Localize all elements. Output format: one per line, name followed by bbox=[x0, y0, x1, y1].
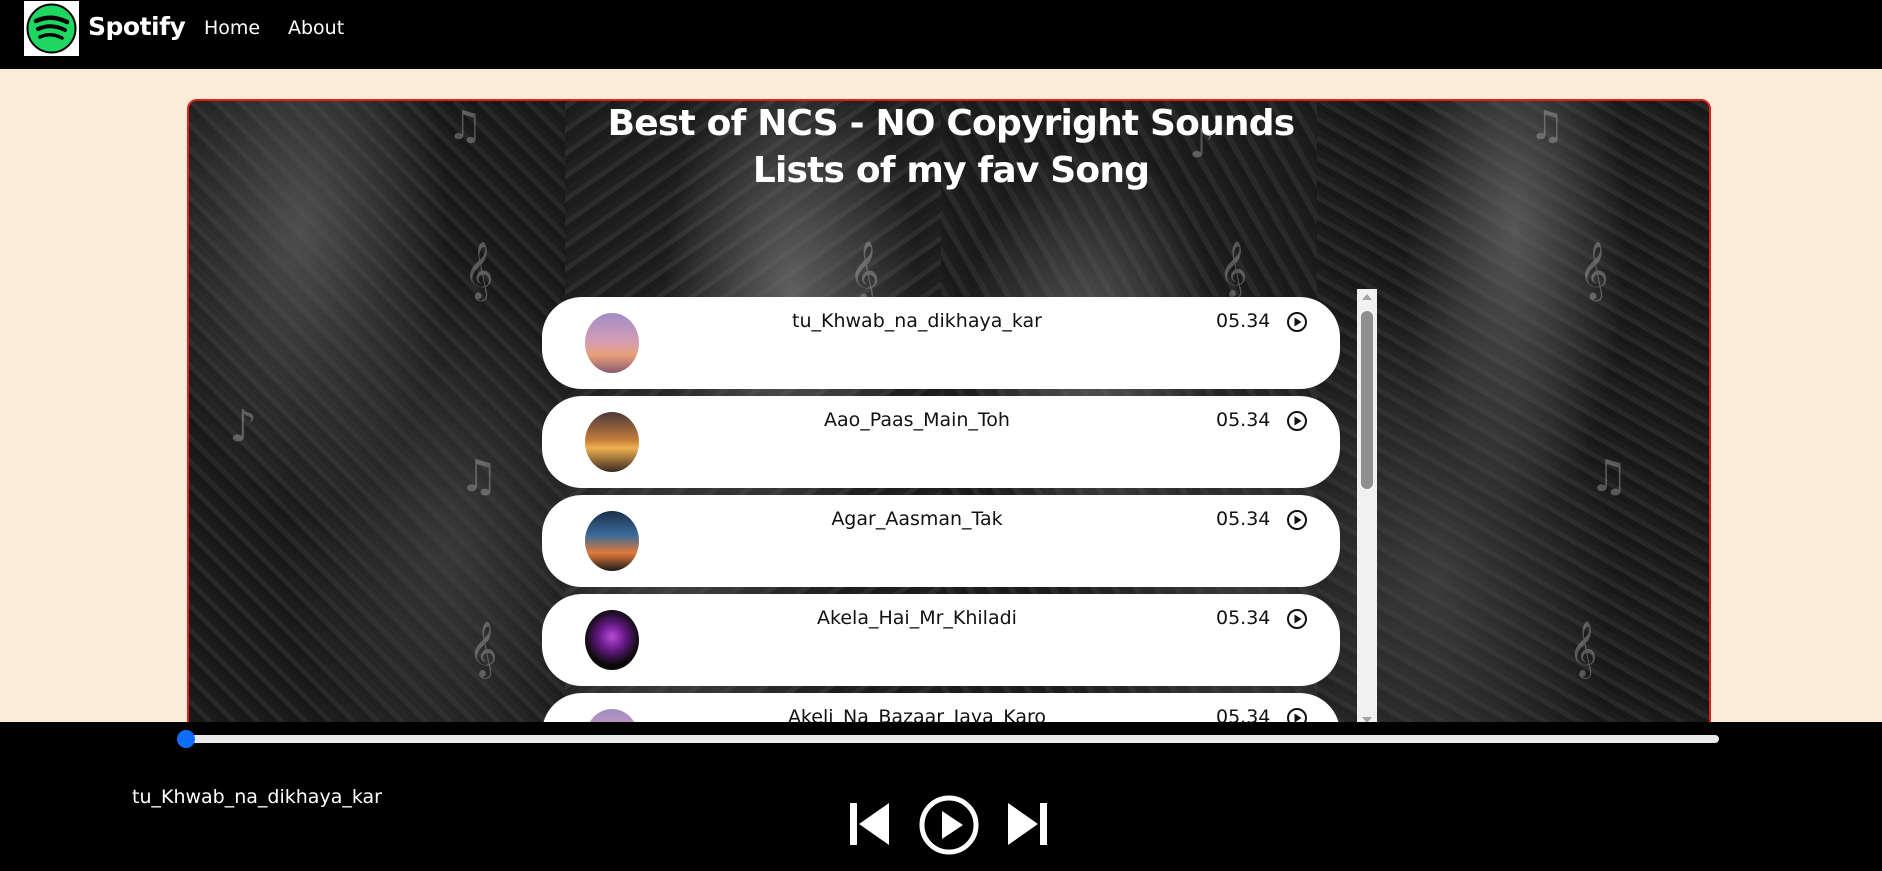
song-item[interactable]: Aao_Paas_Main_Toh 05.34 bbox=[542, 396, 1340, 488]
skip-forward-icon[interactable] bbox=[1005, 800, 1049, 848]
navbar: Spotify Home About bbox=[0, 0, 1882, 69]
album-cover bbox=[585, 610, 639, 670]
song-panel: ♫ 𝄞 ♪ ♫ 𝄞 𝄞 ♪ 𝄞 ♫ 𝄞 ♫ 𝄞 Best of NCS - NO… bbox=[187, 99, 1711, 739]
song-item[interactable]: Akela_Hai_Mr_Khiladi 05.34 bbox=[542, 594, 1340, 686]
play-circle-icon[interactable] bbox=[1286, 410, 1308, 432]
brand-name[interactable]: Spotify bbox=[88, 12, 186, 41]
song-name: tu_Khwab_na_dikhaya_kar bbox=[792, 310, 1042, 332]
song-duration: 05.34 bbox=[1216, 607, 1271, 629]
spotify-logo-icon[interactable] bbox=[24, 1, 79, 56]
nav-link-about[interactable]: About bbox=[288, 17, 344, 39]
album-cover bbox=[585, 412, 639, 472]
song-item[interactable]: tu_Khwab_na_dikhaya_kar 05.34 bbox=[542, 297, 1340, 389]
play-circle-icon[interactable] bbox=[1286, 311, 1308, 333]
song-name: Aao_Paas_Main_Toh bbox=[824, 409, 1010, 431]
play-circle-icon[interactable] bbox=[918, 794, 980, 856]
song-name: Akela_Hai_Mr_Khiladi bbox=[817, 607, 1017, 629]
page-subtitle: Lists of my fav Song bbox=[752, 150, 1150, 191]
nav-link-home[interactable]: Home bbox=[204, 17, 260, 39]
player-bar: tu_Khwab_na_dikhaya_kar bbox=[0, 722, 1882, 871]
song-name: Agar_Aasman_Tak bbox=[831, 508, 1003, 530]
song-item[interactable]: Agar_Aasman_Tak 05.34 bbox=[542, 495, 1340, 587]
scroll-up-arrow-icon[interactable] bbox=[1362, 294, 1372, 300]
page-title: Best of NCS - NO Copyright Sounds bbox=[607, 103, 1296, 144]
skip-back-icon[interactable] bbox=[848, 800, 892, 848]
play-circle-icon[interactable] bbox=[1286, 509, 1308, 531]
song-duration: 05.34 bbox=[1216, 409, 1271, 431]
song-duration: 05.34 bbox=[1216, 508, 1271, 530]
album-cover bbox=[585, 511, 639, 571]
song-list[interactable]: tu_Khwab_na_dikhaya_kar 05.34 Aao_Paas_M… bbox=[542, 297, 1347, 737]
song-duration: 05.34 bbox=[1216, 310, 1271, 332]
play-circle-icon[interactable] bbox=[1286, 608, 1308, 630]
now-playing-title: tu_Khwab_na_dikhaya_kar bbox=[132, 786, 382, 808]
progress-knob[interactable] bbox=[177, 730, 195, 748]
scrollbar-thumb[interactable] bbox=[1361, 311, 1373, 489]
progress-bar[interactable] bbox=[177, 730, 1719, 748]
background-tile bbox=[189, 101, 565, 737]
album-cover bbox=[585, 313, 639, 373]
song-list-scrollbar[interactable] bbox=[1357, 289, 1377, 727]
